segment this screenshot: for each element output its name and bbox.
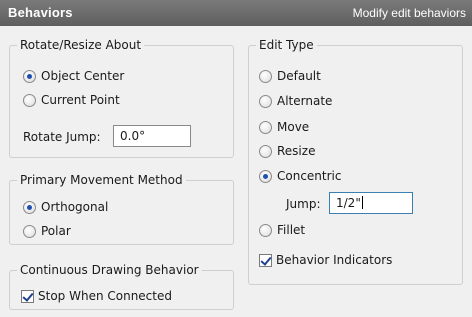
continuous-drawing-group-title: Continuous Drawing Behavior: [17, 263, 202, 277]
radio-alternate-label: Alternate: [277, 94, 333, 108]
continuous-drawing-group: Continuous Drawing Behavior Stop When Co…: [9, 263, 234, 310]
primary-movement-group: Primary Movement Method Orthogonal Polar: [9, 173, 234, 245]
jump-input-value: 1/2": [336, 196, 361, 210]
radio-button-icon[interactable]: [259, 120, 272, 134]
radio-move[interactable]: Move: [259, 118, 309, 136]
radio-resize-label: Resize: [277, 144, 316, 158]
panel-subtitle: Modify edit behaviors: [352, 6, 466, 20]
radio-button-icon[interactable]: [23, 224, 36, 238]
radio-polar-label: Polar: [41, 224, 71, 238]
radio-concentric-label: Concentric: [277, 169, 342, 183]
title-bar: Behaviors Modify edit behaviors: [0, 0, 472, 26]
radio-object-center[interactable]: Object Center: [23, 67, 124, 85]
jump-input[interactable]: 1/2": [329, 192, 413, 214]
edit-type-group-title: Edit Type: [256, 38, 317, 52]
radio-button-icon[interactable]: [259, 69, 272, 83]
checkbox-behavior-indicators[interactable]: Behavior Indicators: [259, 251, 392, 269]
radio-current-point-label: Current Point: [41, 93, 120, 107]
radio-orthogonal-label: Orthogonal: [41, 200, 109, 214]
radio-polar[interactable]: Polar: [23, 222, 71, 240]
radio-button-icon[interactable]: [259, 144, 272, 158]
radio-current-point[interactable]: Current Point: [23, 91, 120, 109]
radio-default[interactable]: Default: [259, 67, 321, 85]
panel-title: Behaviors: [8, 5, 73, 20]
radio-fillet[interactable]: Fillet: [259, 221, 305, 239]
checkbox-checked-icon[interactable]: [21, 289, 34, 303]
radio-orthogonal[interactable]: Orthogonal: [23, 198, 108, 216]
radio-button-icon[interactable]: [259, 94, 272, 108]
text-caret-icon: [361, 196, 363, 209]
radio-fillet-label: Fillet: [277, 223, 306, 237]
radio-default-label: Default: [277, 69, 321, 83]
checkbox-stop-when-connected[interactable]: Stop When Connected: [21, 287, 172, 305]
checkbox-checked-icon[interactable]: [259, 253, 272, 267]
primary-movement-group-title: Primary Movement Method: [17, 173, 186, 187]
rotate-jump-label: Rotate Jump:: [23, 130, 101, 144]
behavior-indicators-label: Behavior Indicators: [276, 253, 393, 267]
stop-when-connected-label: Stop When Connected: [38, 289, 172, 303]
radio-alternate[interactable]: Alternate: [259, 92, 332, 110]
edit-type-group: Edit Type Default Alternate Move Resize …: [248, 38, 463, 285]
radio-button-icon[interactable]: [259, 223, 272, 237]
rotate-jump-input[interactable]: 0.0°: [113, 125, 191, 147]
radio-object-center-label: Object Center: [41, 69, 125, 83]
radio-concentric[interactable]: Concentric: [259, 167, 341, 185]
radio-move-label: Move: [277, 120, 310, 134]
radio-button-selected-icon[interactable]: [23, 69, 36, 83]
rotate-resize-group-title: Rotate/Resize About: [17, 38, 145, 52]
radio-resize[interactable]: Resize: [259, 142, 315, 160]
rotate-resize-group: Rotate/Resize About Object Center Curren…: [9, 38, 234, 158]
radio-button-selected-icon[interactable]: [23, 200, 36, 214]
jump-label: Jump:: [286, 197, 321, 211]
radio-button-selected-icon[interactable]: [259, 169, 272, 183]
radio-button-icon[interactable]: [23, 93, 36, 107]
